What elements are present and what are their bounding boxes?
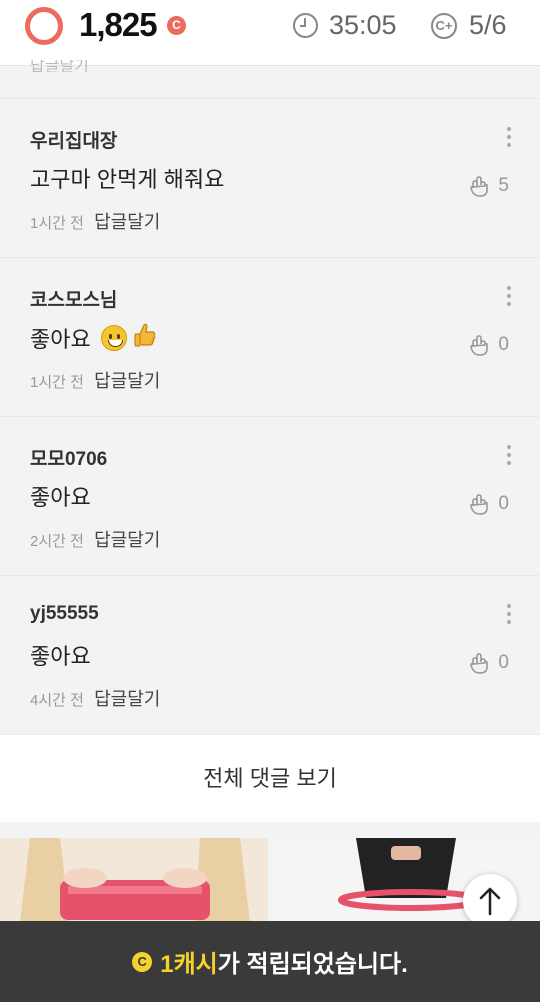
comment-meta: 1시간 전 답글달기 — [30, 367, 160, 393]
finger-heart-icon — [470, 494, 489, 515]
comment-author[interactable]: yj55555 — [30, 603, 99, 625]
more-options-icon[interactable] — [506, 604, 512, 626]
more-options-icon[interactable] — [506, 286, 512, 308]
comment-item: 코스모스님 좋아요 1시간 전 답글달기 0 — [0, 257, 540, 416]
comment-text: 고구마 안먹게 해줘요 — [30, 167, 225, 192]
like-count: 0 — [498, 334, 509, 355]
like-button[interactable]: 0 — [468, 333, 509, 357]
cash-plus-icon: C+ — [431, 13, 457, 39]
like-button[interactable]: 0 — [468, 651, 509, 675]
reply-button[interactable]: 답글달기 — [94, 530, 160, 550]
comment-meta: 4시간 전 답글달기 — [30, 685, 160, 711]
cash-points: 1,825 — [79, 6, 158, 43]
scroll-to-top-button[interactable] — [463, 874, 517, 928]
arrow-up-icon — [479, 887, 501, 916]
like-button[interactable]: 0 — [468, 492, 509, 516]
toast-message: 가 적립되었습니다. — [217, 951, 408, 978]
progress-ring-icon — [25, 7, 63, 45]
like-count: 0 — [498, 652, 509, 673]
comment-time: 1시간 전 — [30, 215, 84, 232]
reply-button[interactable]: 답글달기 — [94, 689, 160, 709]
like-count: 0 — [498, 493, 509, 514]
comment-meta: 1시간 전 답글달기 — [30, 208, 160, 234]
comment-meta: 2시간 전 답글달기 — [30, 526, 160, 552]
comment-time: 4시간 전 — [30, 692, 84, 709]
product-image[interactable] — [0, 838, 268, 922]
comment-time: 2시간 전 — [30, 533, 84, 550]
top-status-bar: 1,825 C 35:05 C+ 5/6 답글달기 — [0, 0, 540, 72]
toast-highlight: 1캐시 — [160, 951, 218, 978]
more-options-icon[interactable] — [506, 445, 512, 467]
comment-item: 우리집대장 고구마 안먹게 해줘요 1시간 전 답글달기 5 — [0, 98, 540, 257]
cash-coin-icon: C — [167, 16, 186, 35]
comment-author[interactable]: 우리집대장 — [30, 126, 117, 153]
finger-heart-icon — [470, 176, 489, 197]
like-button[interactable]: 5 — [468, 174, 509, 198]
reply-button[interactable]: 답글달기 — [94, 371, 160, 391]
comment-author[interactable]: 코스모스님 — [30, 285, 117, 312]
progress-count: 5/6 — [469, 10, 507, 40]
comment-text: 좋아요 — [30, 321, 157, 355]
finger-heart-icon — [470, 335, 489, 356]
thumbs-up-emoji-icon — [127, 321, 157, 355]
like-count: 5 — [498, 175, 509, 196]
reply-button[interactable]: 답글달기 — [94, 212, 160, 232]
view-all-comments-button[interactable]: 전체 댓글 보기 — [0, 734, 540, 822]
clock-icon — [293, 13, 318, 38]
grinning-face-emoji-icon — [100, 325, 127, 351]
comment-text: 좋아요 — [30, 485, 91, 510]
comment-text: 좋아요 — [30, 644, 91, 669]
partial-comment-row: 답글달기 — [30, 60, 89, 72]
comment-author[interactable]: 모모0706 — [30, 444, 107, 471]
toast-notification: C 1캐시 가 적립되었습니다. — [0, 921, 540, 1002]
comment-item: 모모0706 좋아요 2시간 전 답글달기 0 — [0, 416, 540, 575]
timer-value: 35:05 — [329, 10, 397, 40]
product-image-row — [0, 838, 540, 922]
finger-heart-icon — [470, 653, 489, 674]
more-options-icon[interactable] — [506, 127, 512, 149]
cash-coin-icon: C — [132, 951, 153, 972]
comment-item: yj55555 좋아요 4시간 전 답글달기 0 — [0, 575, 540, 734]
comment-time: 1시간 전 — [30, 374, 84, 391]
